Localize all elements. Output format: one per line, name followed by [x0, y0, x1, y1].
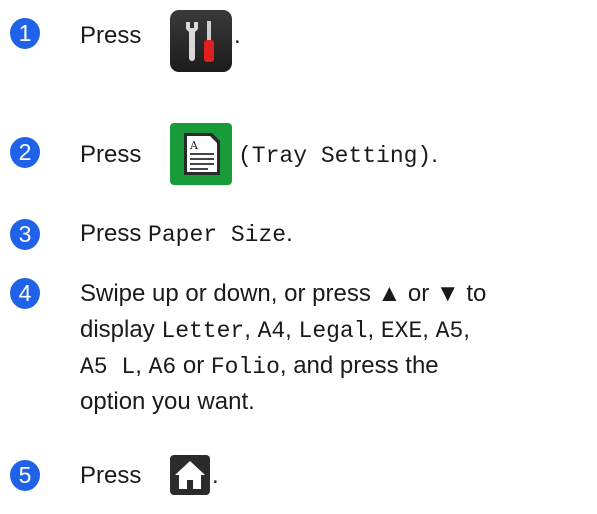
sep-6: , — [135, 352, 149, 379]
option-folio: Folio — [210, 354, 280, 380]
paper-size-label: Paper Size — [148, 222, 287, 248]
step-4-line-3: A5 L, A6 or Folio, and press the — [80, 348, 439, 385]
step-4-line-4: option you want. — [80, 388, 255, 415]
step-4-line-1: Swipe up or down, or press ▲ or ▼ to — [80, 280, 487, 307]
step-2-rest: (Tray Setting). — [238, 137, 438, 174]
step-4-number: 4 — [10, 278, 40, 309]
option-a6: A6 — [148, 354, 177, 380]
sep-1: , — [244, 316, 258, 343]
step-1-period: . — [234, 22, 241, 49]
svg-text:A: A — [189, 139, 199, 152]
option-a5-l: A5 L — [80, 354, 136, 380]
option-a4: A4 — [257, 318, 286, 344]
settings-tools-icon[interactable] — [170, 10, 232, 72]
display-word: display — [80, 316, 155, 343]
step-5-press: Press — [80, 462, 142, 489]
option-legal: Legal — [298, 318, 368, 344]
option-a5: A5 — [435, 318, 464, 344]
step-2-number: 2 — [10, 137, 40, 168]
sep-4: , — [422, 316, 436, 343]
step-4-line-3-tail: , and press the — [279, 352, 439, 379]
sep-3: , — [367, 316, 381, 343]
step-3-text: Press Paper Size. — [80, 216, 293, 253]
tray-setting-label: (Tray Setting) — [238, 143, 432, 169]
sep-5: , — [463, 316, 470, 343]
step-2-period: . — [431, 141, 438, 168]
option-exe: EXE — [380, 318, 423, 344]
home-icon[interactable] — [170, 455, 210, 495]
step-2-press: Press — [80, 141, 142, 168]
step-1-press: Press — [80, 22, 142, 49]
step-3-press: Press — [80, 220, 142, 247]
step-1-text: Press — [80, 18, 141, 54]
step-5-number: 5 — [10, 460, 40, 491]
option-letter: Letter — [161, 318, 245, 344]
step-4-line-2: display Letter, A4, Legal, EXE, A5, — [80, 312, 470, 349]
or-word: or — [176, 352, 211, 379]
step-3-period: . — [286, 220, 293, 247]
step-5-period: . — [212, 462, 219, 489]
sep-2: , — [285, 316, 299, 343]
step-1-number: 1 — [10, 18, 40, 49]
tray-setting-icon[interactable]: A — [170, 123, 232, 185]
step-3-number: 3 — [10, 219, 40, 250]
